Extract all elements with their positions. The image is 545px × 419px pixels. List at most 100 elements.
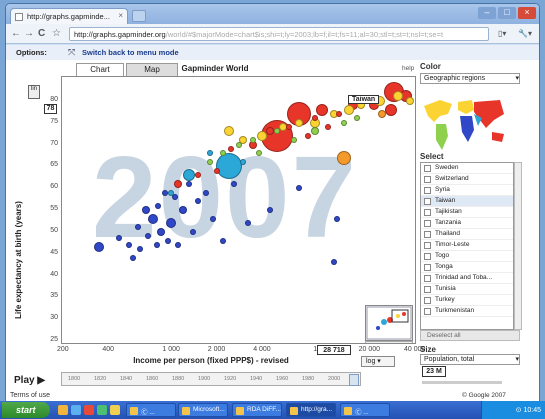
quicklaunch-icon[interactable] <box>71 405 81 415</box>
country-bubble[interactable] <box>244 220 251 227</box>
country-bubble[interactable] <box>343 104 354 115</box>
maximize-button[interactable]: □ <box>498 7 516 19</box>
country-bubble[interactable] <box>125 241 132 248</box>
country-bubble[interactable] <box>337 150 352 165</box>
country-bubble[interactable] <box>173 179 182 188</box>
scatter-chart-area[interactable]: 2007 Taiwan ⊖ ⊕ ◻ 100% <box>61 76 416 344</box>
checkbox-icon[interactable] <box>424 165 431 172</box>
country-list-item[interactable]: Tajikistan <box>421 207 513 218</box>
country-bubble[interactable] <box>168 189 175 196</box>
country-bubble[interactable] <box>206 158 213 165</box>
tab-close-icon[interactable]: × <box>118 11 123 20</box>
size-select[interactable]: Population, total ▾ <box>420 354 520 365</box>
reload-button[interactable]: C <box>38 28 45 40</box>
country-bubble[interactable] <box>341 119 348 126</box>
checkbox-icon[interactable] <box>424 242 431 249</box>
switch-menu-mode-link[interactable]: Switch back to menu mode <box>82 48 179 57</box>
bookmark-star-icon[interactable]: ☆ <box>52 28 61 40</box>
color-select[interactable]: Geographic regions ▾ <box>420 73 520 84</box>
country-list-item[interactable]: Tanzania <box>421 218 513 229</box>
country-list-item[interactable]: Timor-Leste <box>421 240 513 251</box>
tools-menu-button[interactable]: 🔧▾ <box>518 28 532 40</box>
quicklaunch-icon[interactable] <box>84 405 94 415</box>
x-scale-select[interactable]: log ▾ <box>361 356 395 367</box>
country-list-item[interactable]: Togo <box>421 251 513 262</box>
country-bubble[interactable] <box>153 241 160 248</box>
country-bubble[interactable] <box>353 115 360 122</box>
new-tab-button[interactable] <box>132 10 146 22</box>
country-list-item[interactable]: Sweden <box>421 163 513 174</box>
taskbar-window-button[interactable]: http://gra... <box>286 403 336 417</box>
minimize-button[interactable]: – <box>478 7 496 19</box>
bubble-size-slider[interactable] <box>422 381 502 384</box>
country-select-list[interactable]: Sweden Switzerland Syria Taiwan Tajikistan Ta… <box>420 162 514 330</box>
country-bubble[interactable] <box>161 189 168 196</box>
country-bubble[interactable] <box>220 237 227 244</box>
y-axis-scale-button[interactable]: lin <box>28 85 40 99</box>
country-bubble[interactable] <box>182 169 195 182</box>
deselect-all-button[interactable]: Deselect all <box>420 330 520 341</box>
country-bubble[interactable] <box>213 167 220 174</box>
tab-map[interactable]: Map <box>126 63 178 76</box>
checkbox-icon[interactable] <box>424 198 431 205</box>
country-bubble[interactable] <box>215 153 242 180</box>
country-list-item[interactable]: Tunisia <box>421 284 513 295</box>
forward-button[interactable]: → <box>24 28 34 40</box>
quicklaunch-icon[interactable] <box>110 405 120 415</box>
tab-gapminder-world[interactable]: Gapminder World <box>180 63 250 76</box>
timeline-thumb[interactable] <box>349 374 359 386</box>
country-list-item[interactable]: Thailand <box>421 229 513 240</box>
tab-chart[interactable]: Chart <box>76 63 124 76</box>
country-bubble[interactable] <box>174 241 181 248</box>
checkbox-icon[interactable] <box>424 264 431 271</box>
checkbox-icon[interactable] <box>424 253 431 260</box>
page-menu-button[interactable]: ▯▾ <box>498 28 506 40</box>
country-bubble[interactable] <box>294 118 303 127</box>
close-window-button[interactable]: × <box>518 7 536 19</box>
country-list-item[interactable]: Syria <box>421 185 513 196</box>
checkbox-icon[interactable] <box>424 220 431 227</box>
checkbox-icon[interactable] <box>424 286 431 293</box>
play-button[interactable]: Play ▶ <box>14 375 45 386</box>
year-timeline-slider[interactable]: 1800 1820 1840 1860 1880 1900 1920 1940 1960 1980… <box>61 372 361 386</box>
country-bubble[interactable] <box>378 109 387 118</box>
chart-minimap[interactable] <box>365 305 413 341</box>
country-bubble[interactable] <box>336 110 343 117</box>
address-bar[interactable]: http://graphs.gapminder.org/world/#$majo… <box>69 27 489 41</box>
country-list-item[interactable]: Turkey <box>421 295 513 306</box>
zoom-controls[interactable]: ⊖ ⊕ ◻ 100% <box>365 341 413 343</box>
country-bubble[interactable] <box>203 189 210 196</box>
taskbar-window-button[interactable]: Microsoft... <box>178 403 228 417</box>
help-link[interactable]: help <box>402 65 414 72</box>
checkbox-icon[interactable] <box>424 176 431 183</box>
country-bubble[interactable] <box>194 172 201 179</box>
country-bubble[interactable] <box>325 124 332 131</box>
country-bubble[interactable] <box>295 185 302 192</box>
country-bubble[interactable] <box>333 215 340 222</box>
country-bubble[interactable] <box>266 207 273 213</box>
taskbar-window-button[interactable]: RDA DiFF... <box>232 403 282 417</box>
country-bubble[interactable] <box>285 124 292 131</box>
taskbar-window-button[interactable]: Ⓒ ... <box>126 403 176 417</box>
checkbox-icon[interactable] <box>424 187 431 194</box>
country-bubble[interactable] <box>230 180 237 187</box>
terms-of-use-link[interactable]: Terms of use <box>10 392 50 399</box>
country-bubble[interactable] <box>165 237 172 244</box>
back-button[interactable]: ← <box>11 28 21 40</box>
country-bubble[interactable] <box>185 180 192 187</box>
quicklaunch-icon[interactable] <box>58 405 68 415</box>
country-bubble[interactable] <box>304 132 311 139</box>
country-bubble[interactable] <box>331 259 338 266</box>
country-bubble[interactable] <box>385 103 398 116</box>
country-list-item[interactable]: Switzerland <box>421 174 513 185</box>
checkbox-icon[interactable] <box>424 209 431 216</box>
country-list-scrollbar[interactable] <box>514 162 522 330</box>
taskbar-window-button[interactable]: Ⓒ ... <box>340 403 390 417</box>
country-bubble[interactable] <box>316 103 329 116</box>
quicklaunch-icon[interactable] <box>97 405 107 415</box>
country-list-item[interactable]: Turkmenistan <box>421 306 513 317</box>
country-list-item[interactable]: Trinidad and Toba... <box>421 273 513 284</box>
checkbox-icon[interactable] <box>424 308 431 315</box>
country-bubble[interactable] <box>235 141 242 148</box>
checkbox-icon[interactable] <box>424 297 431 304</box>
